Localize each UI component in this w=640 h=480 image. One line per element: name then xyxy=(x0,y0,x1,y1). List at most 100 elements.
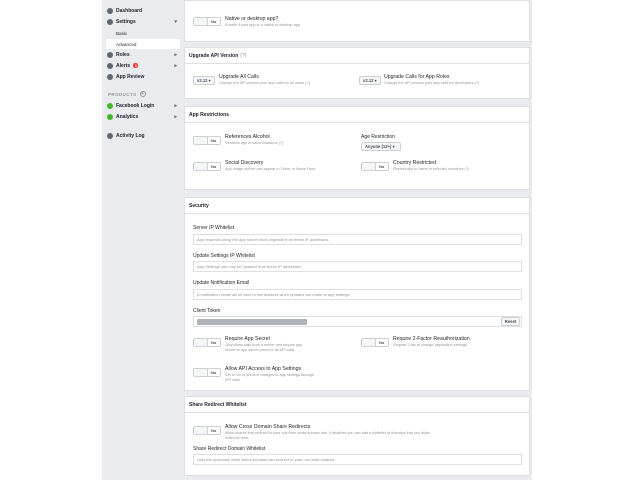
all-calls-version-select[interactable]: v2.12 ▾ xyxy=(193,76,215,85)
sidebar-item-label: Analytics xyxy=(116,113,139,120)
country-restricted-toggle[interactable]: No xyxy=(361,162,389,171)
social-discovery-toggle[interactable]: No xyxy=(193,162,221,171)
toggle-knob xyxy=(194,137,208,144)
toggle-knob xyxy=(362,339,376,346)
sidebar-item-facebook-login[interactable]: Facebook Login ▸ xyxy=(106,100,180,111)
sidebar-item-label: Basic xyxy=(116,30,128,36)
app-roles-title: Upgrade Calls for App Roles xyxy=(384,74,450,80)
sidebar-item-label: Facebook Login xyxy=(116,102,155,109)
two-factor-toggle[interactable]: No xyxy=(361,338,389,347)
app-restrictions-panel: App Restrictions No References Alcohol R… xyxy=(184,106,530,190)
server-ip-input[interactable]: App requests using the app secret must o… xyxy=(193,234,522,245)
notification-email-label: Update Notification Email xyxy=(193,280,250,286)
redirect-domain-input[interactable]: Only the optionally white listed domains… xyxy=(193,454,522,465)
app-roles-version-select[interactable]: v2.12 ▾ xyxy=(359,76,381,85)
panel-title: Share Redirect Whitelist xyxy=(189,401,247,408)
sidebar-item-label: Advanced xyxy=(116,41,137,47)
sidebar-item-label: Dashboard xyxy=(116,7,143,14)
share-redirect-panel: Share Redirect Whitelist No Allow Cross … xyxy=(184,396,530,476)
social-discovery-title: Social Discovery xyxy=(225,160,264,166)
age-restriction-label: Age Restriction xyxy=(361,134,395,140)
products-heading-label: PRODUCTS xyxy=(108,91,137,97)
sidebar-item-analytics[interactable]: Analytics ▸ xyxy=(106,111,180,122)
sidebar: Dashboard Settings ▾ Basic Advanced Role… xyxy=(102,0,182,480)
panel-title: Security xyxy=(189,202,209,209)
require-secret-desc: Only allow calls from a server and requi… xyxy=(225,343,303,352)
require-secret-toggle[interactable]: No xyxy=(193,338,221,347)
require-secret-title: Require App Secret xyxy=(225,336,270,342)
alcohol-desc: Restricts age in some locations (?) xyxy=(225,141,284,145)
bell-icon xyxy=(107,62,113,69)
sidebar-item-dashboard[interactable]: Dashboard xyxy=(106,5,180,16)
toggle-label: No xyxy=(379,164,385,169)
sidebar-item-label: Settings xyxy=(116,18,136,25)
toggle-label: No xyxy=(211,370,217,375)
native-title: Native or desktop app? xyxy=(225,16,279,22)
country-restricted-desc: Restrict app to users in selected countr… xyxy=(393,167,470,171)
sidebar-item-label: App Review xyxy=(116,73,145,80)
settings-api-title: Allow API Access to App Settings xyxy=(225,366,302,372)
sidebar-item-app-review[interactable]: App Review xyxy=(106,71,180,82)
gear-icon xyxy=(107,18,113,25)
toggle-knob xyxy=(194,163,208,170)
cross-domain-title: Allow Cross Domain Share Redirects xyxy=(225,424,311,430)
native-toggle[interactable]: No xyxy=(193,17,221,26)
sidebar-item-label: Activity Log xyxy=(116,132,145,139)
toggle-knob xyxy=(194,427,208,434)
settings-api-desc: Set to No to prevent changes to app sett… xyxy=(225,373,314,382)
chevron-down-icon: ▾ xyxy=(174,18,177,25)
toggle-label: No xyxy=(211,164,217,169)
panel-title: App Restrictions xyxy=(189,111,230,118)
panel-header: Share Redirect Whitelist xyxy=(185,397,529,413)
alcohol-toggle[interactable]: No xyxy=(193,136,221,145)
alcohol-title: References Alcohol xyxy=(225,134,270,140)
native-desc: Enable if your app is a native or deskto… xyxy=(225,23,300,27)
chevron-right-icon: ▸ xyxy=(174,62,177,69)
security-panel: Security Server IP Whitelist App request… xyxy=(184,197,530,391)
toggle-label: No xyxy=(211,340,217,345)
sidebar-item-activity-log[interactable]: Activity Log xyxy=(106,130,180,141)
panel-header: Upgrade API Version (?) xyxy=(185,48,529,64)
sidebar-item-label: Roles xyxy=(116,51,130,58)
toggle-knob xyxy=(194,339,208,346)
check-circle-icon xyxy=(107,113,113,120)
upgrade-api-panel: Upgrade API Version (?) v2.12 ▾ Upgrade … xyxy=(184,47,530,99)
two-factor-desc: Require 2-fac to change application sett… xyxy=(393,343,467,347)
age-restriction-select[interactable]: Anyone (13+) ▾ xyxy=(361,142,401,151)
sidebar-item-label: Alerts xyxy=(116,62,131,69)
sidebar-item-basic[interactable]: Basic xyxy=(106,28,180,38)
toggle-knob xyxy=(194,18,208,25)
server-ip-label: Server IP Whitelist xyxy=(193,225,235,231)
toggle-label: No xyxy=(211,19,217,24)
toggle-label: No xyxy=(379,340,385,345)
sidebar-item-advanced[interactable]: Advanced xyxy=(106,39,180,49)
help-icon[interactable]: (?) xyxy=(240,53,246,59)
dashboard-icon xyxy=(107,7,113,14)
all-calls-title: Upgrade All Calls xyxy=(219,74,259,80)
cross-domain-toggle[interactable]: No xyxy=(193,426,221,435)
sidebar-item-settings[interactable]: Settings ▾ xyxy=(106,16,180,27)
sidebar-item-roles[interactable]: Roles ▸ xyxy=(106,49,180,60)
toggle-knob xyxy=(194,369,208,376)
panel-header: App Restrictions xyxy=(185,107,529,123)
all-calls-desc: Change the API version your app calls fo… xyxy=(219,81,310,85)
cross-domain-desc: Allow shares that redirect to your urls … xyxy=(225,431,430,440)
check-circle-icon xyxy=(107,102,113,109)
country-restricted-title: Country Restricted xyxy=(393,160,436,166)
reset-token-button[interactable]: Reset xyxy=(501,317,520,326)
toggle-knob xyxy=(362,163,376,170)
toggle-label: No xyxy=(211,138,217,143)
settings-api-toggle[interactable]: No xyxy=(193,368,221,377)
add-product-icon[interactable]: + xyxy=(139,91,146,97)
notification-email-input[interactable]: A notification email will be sent to thi… xyxy=(193,289,522,300)
people-icon xyxy=(107,51,113,58)
sidebar-item-alerts[interactable]: Alerts 1 ▸ xyxy=(106,60,180,71)
chevron-right-icon: ▸ xyxy=(174,113,177,120)
app-review-icon xyxy=(107,73,113,80)
toggle-label: No xyxy=(211,428,217,433)
panel-title: Upgrade API Version xyxy=(189,52,239,59)
redirect-domain-label: Share Redirect Domain Whitelist xyxy=(193,446,266,452)
update-ip-input[interactable]: App Settings can only be updated from th… xyxy=(193,261,522,272)
app-roles-desc: Change the API version your app calls fo… xyxy=(384,81,480,85)
alerts-badge: 1 xyxy=(133,63,139,68)
